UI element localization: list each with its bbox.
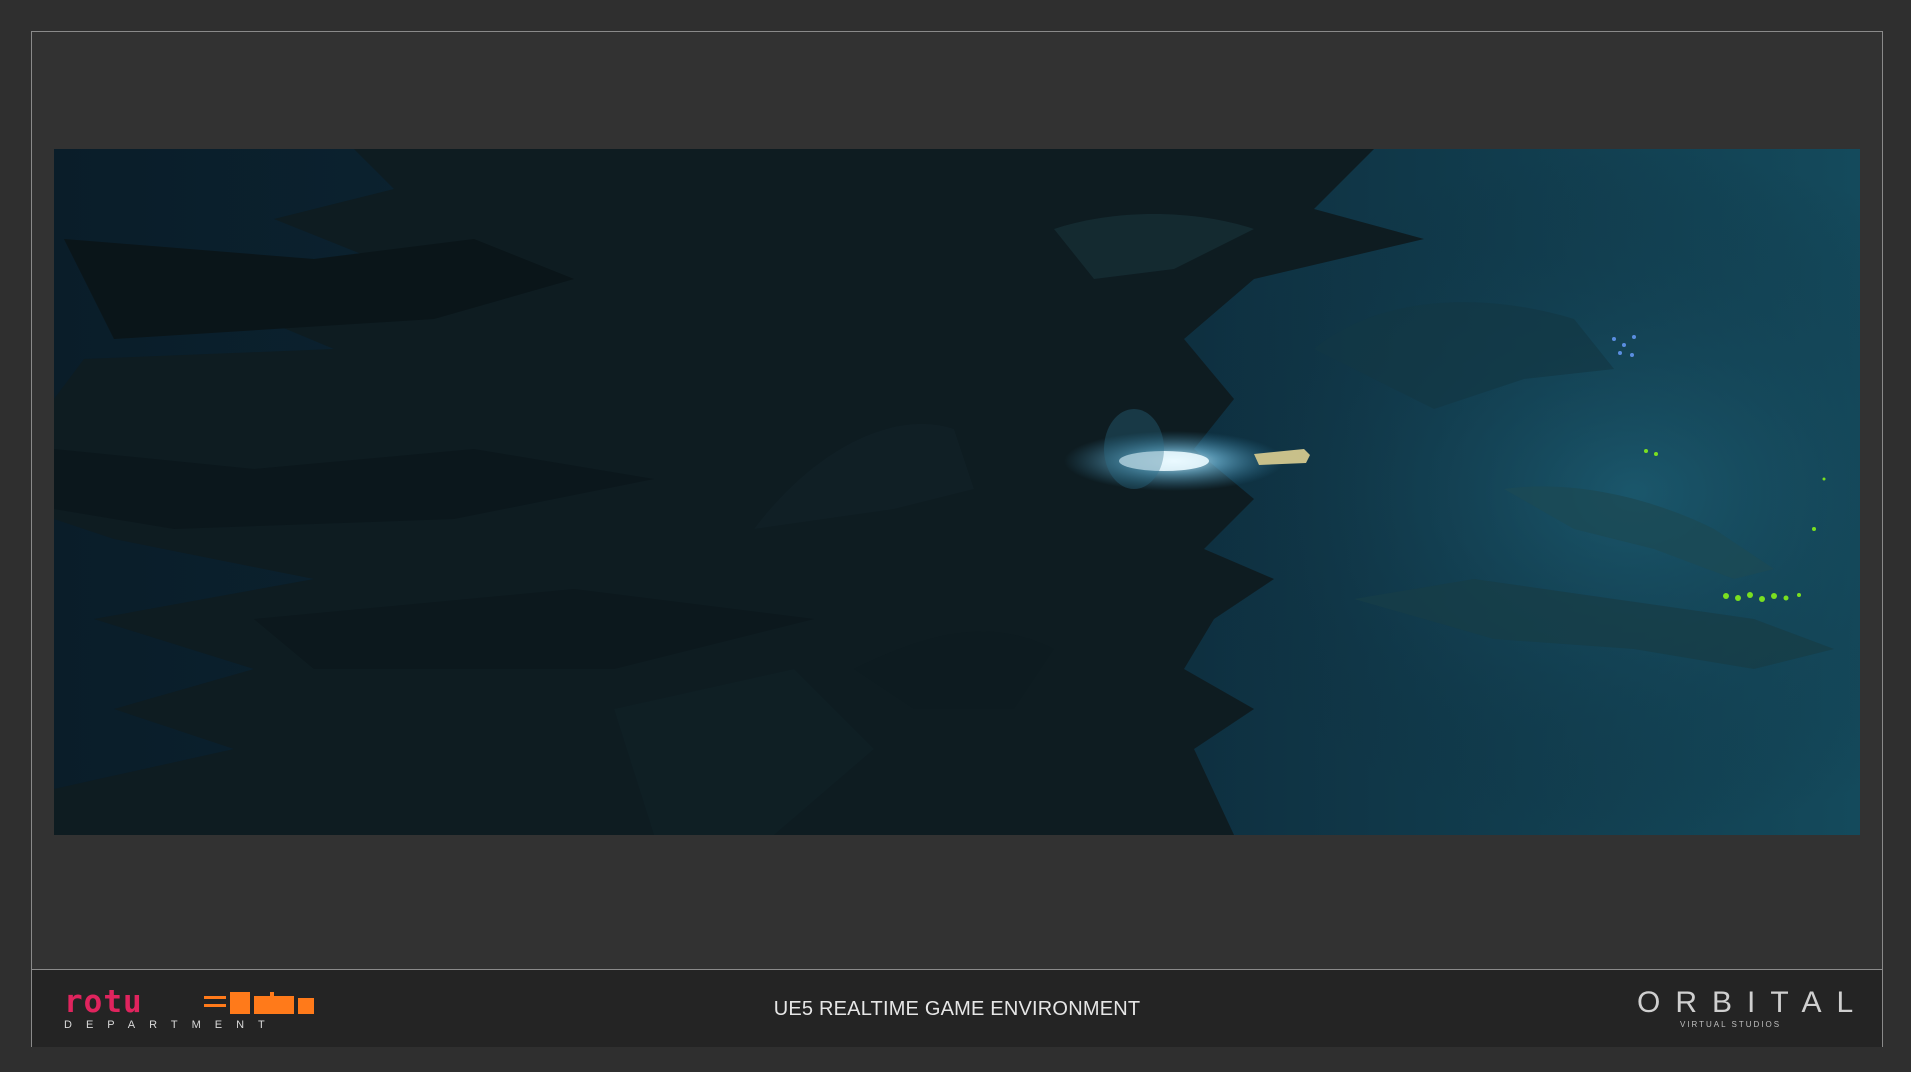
orbital-logo: ORBITAL VIRTUAL STUDIOS bbox=[1623, 986, 1869, 1032]
orbital-subtitle: VIRTUAL STUDIOS bbox=[1679, 1020, 1782, 1029]
orbital-wordmark: ORBITAL bbox=[1637, 986, 1869, 1019]
presentation-frame: rotu DEPARTMENT UE5 REALTIME GAME ENVIRO… bbox=[31, 31, 1883, 1047]
environment-render-image bbox=[54, 149, 1860, 835]
footer-bar: rotu DEPARTMENT UE5 REALTIME GAME ENVIRO… bbox=[32, 970, 1882, 1047]
underwater-cave-illustration bbox=[54, 149, 1860, 835]
page-title: UE5 REALTIME GAME ENVIRONMENT bbox=[773, 998, 1141, 1020]
